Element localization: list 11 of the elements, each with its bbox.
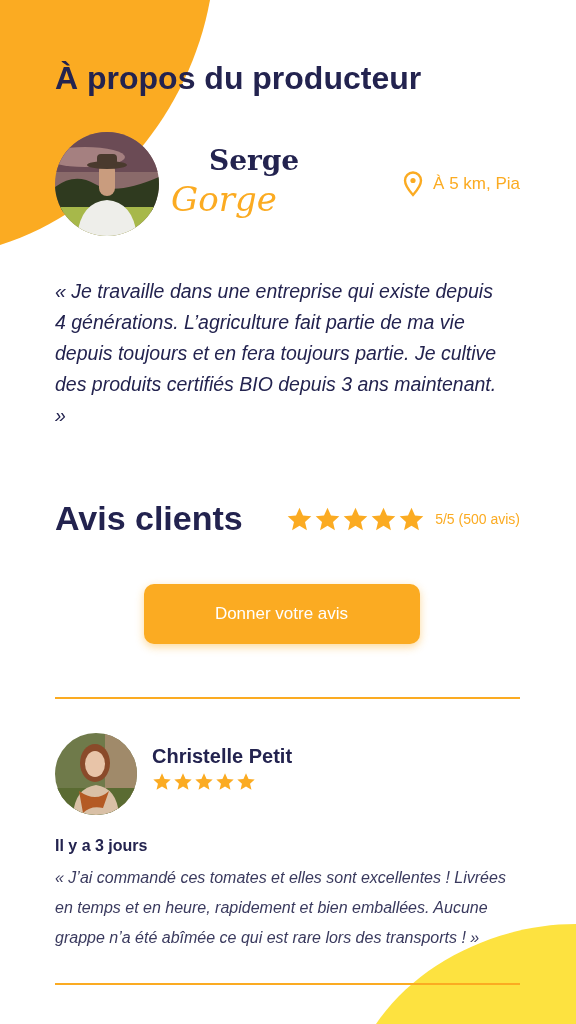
location-text: À 5 km, Pia [433,174,520,194]
give-review-button[interactable]: Donner votre avis [143,584,420,644]
review-date: Il y a 3 jours [55,837,149,855]
rating-text: 5/5 (500 avis) [435,510,520,527]
location-pin-icon [403,171,424,197]
producer-name: Serge [209,145,300,177]
review-text: « J’ai commandé ces tomates et elles sont excellentes ! Livrées en temps et en heure, rapidement et bien emballées. Aucune grappe n’a été abîmée ce qui est rare lors des transports ! » [55,868,507,948]
section-title: Avis clients [55,499,243,538]
producer-quote: « Je travaille dans une entreprise qui existe depuis 4 générations. L’agriculture fait partie de ma vie depuis toujours et en fera toujours partie. Je cultive des produits certifiés BIO depuis 3 ans maintenant. » [55,279,498,428]
signature-text: Gorge [171,179,277,219]
reviewer-name: Christelle Petit [152,745,293,768]
